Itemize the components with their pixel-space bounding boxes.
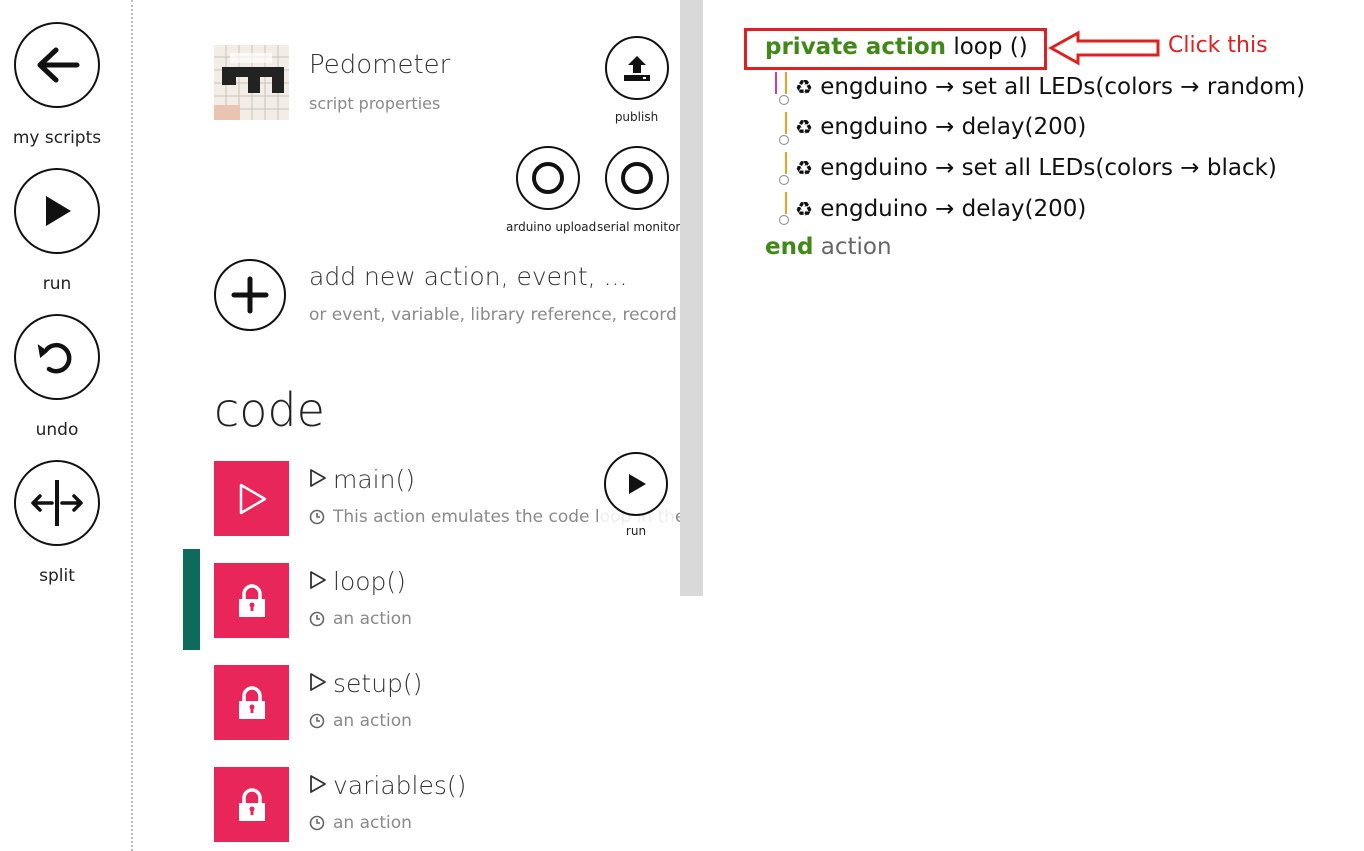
run-action-button[interactable]: run: [598, 448, 674, 544]
arduino-upload-button[interactable]: arduino upload: [506, 146, 597, 234]
my-scripts-button[interactable]: my scripts: [12, 22, 102, 148]
annotation-text: Click this: [1168, 33, 1268, 58]
script-properties-link[interactable]: script properties: [309, 94, 440, 113]
triangle-icon: [310, 673, 326, 691]
recycle-icon: ♻: [795, 115, 813, 139]
run-action-label: run: [625, 524, 647, 538]
code-heading: code: [214, 383, 325, 437]
action-description: an action: [309, 609, 412, 629]
action-name: main(): [309, 465, 415, 494]
action-tile: [214, 563, 289, 638]
run-label: run: [42, 274, 72, 294]
split-icon: [14, 460, 100, 546]
clock-icon: [309, 611, 325, 627]
action-name: setup(): [309, 669, 422, 698]
statement-gutter: [774, 72, 794, 232]
action-description: an action: [309, 711, 412, 731]
action-description: an action: [309, 813, 412, 833]
action-loop[interactable]: loop() an action: [214, 563, 680, 639]
undo-icon: [14, 314, 100, 400]
script-thumbnail[interactable]: [214, 45, 289, 120]
back-arrow-icon: [14, 22, 100, 108]
undo-button[interactable]: undo: [12, 314, 102, 440]
recycle-icon: ♻: [795, 75, 813, 99]
action-tile: [214, 665, 289, 740]
action-name: variables(): [309, 771, 466, 800]
publish-button[interactable]: publish: [604, 36, 669, 124]
script-title: Pedometer: [309, 50, 451, 80]
script-panel: Pedometer script properties publish ardu…: [135, 0, 680, 851]
statement-line[interactable]: ♻ engduino → delay(200): [795, 196, 1086, 222]
lock-icon: [238, 787, 265, 821]
split-label: split: [39, 566, 75, 586]
action-name: loop(): [309, 567, 406, 596]
selected-indicator: [183, 549, 200, 650]
statement-line[interactable]: ♻ engduino → set all LEDs(colors → rando…: [795, 74, 1305, 100]
serial-monitor-label: serial monitor: [597, 220, 680, 234]
publish-label: publish: [614, 110, 659, 124]
run-button[interactable]: run: [12, 168, 102, 294]
statement-line[interactable]: ♻ engduino → set all LEDs(colors → black…: [795, 155, 1277, 181]
circle-icon: [605, 146, 669, 210]
add-new-button[interactable]: [214, 259, 286, 331]
statement-line[interactable]: ♻ engduino → delay(200): [795, 114, 1086, 140]
action-setup[interactable]: setup() an action: [214, 665, 680, 741]
panel-scrollbar[interactable]: [680, 0, 703, 596]
arduino-upload-label: arduino upload: [506, 220, 597, 234]
action-tile: [214, 461, 289, 536]
add-new-subtitle: or event, variable, library reference, r…: [309, 305, 677, 325]
clock-icon: [309, 509, 325, 525]
upload-icon: [604, 36, 669, 100]
action-footer[interactable]: end action: [765, 234, 892, 260]
clock-icon: [309, 815, 325, 831]
play-icon: [14, 168, 100, 254]
action-variables[interactable]: variables() an action: [214, 767, 680, 843]
clock-icon: [309, 713, 325, 729]
plus-icon: [231, 276, 269, 314]
left-toolbar: my scripts run undo split: [0, 0, 133, 851]
triangle-icon: [310, 571, 326, 589]
lock-icon: [238, 583, 265, 617]
lock-icon: [238, 685, 265, 719]
action-tile: [214, 767, 289, 842]
split-button[interactable]: split: [12, 460, 102, 586]
recycle-icon: ♻: [795, 156, 813, 180]
triangle-icon: [310, 469, 326, 487]
add-new-title[interactable]: add new action, event, ...: [309, 262, 627, 291]
undo-label: undo: [35, 420, 79, 440]
triangle-icon: [310, 775, 326, 793]
play-outline-icon: [239, 483, 266, 514]
circle-icon: [516, 146, 580, 210]
serial-monitor-button[interactable]: serial monitor: [597, 146, 680, 234]
my-scripts-label: my scripts: [12, 128, 102, 148]
play-icon: [604, 452, 668, 516]
recycle-icon: ♻: [795, 197, 813, 221]
annotation-highlight-box: [744, 28, 1047, 70]
annotation-arrow-icon: [1048, 30, 1160, 66]
